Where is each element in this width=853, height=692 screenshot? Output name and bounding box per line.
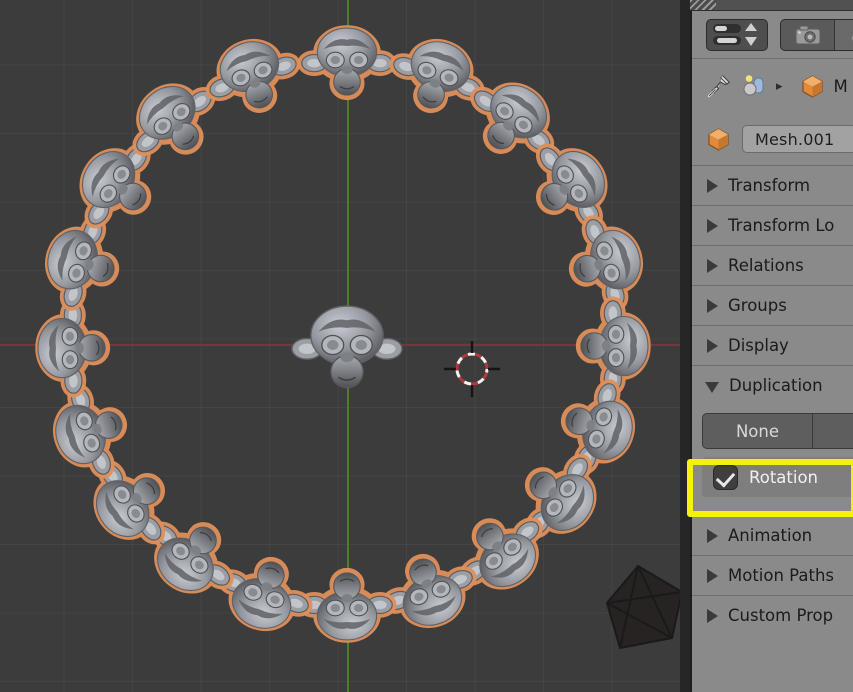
triangle-right-icon <box>707 218 718 233</box>
section-duplication[interactable]: Duplication <box>692 365 853 405</box>
section-groups[interactable]: Groups <box>692 285 853 325</box>
rotation-checkbox-row[interactable]: Rotation <box>702 457 853 497</box>
properties-tab-group[interactable] <box>780 19 853 51</box>
duplication-mode-next[interactable] <box>813 413 853 449</box>
pin-icon[interactable] <box>706 73 732 99</box>
panel-top-bar <box>716 0 853 11</box>
section-label: Transform <box>728 176 811 195</box>
datablock-row: Mesh.001 <box>692 113 853 165</box>
section-transform[interactable]: Transform <box>692 165 853 205</box>
viewport-objects <box>35 25 684 650</box>
duplication-mode-buttons[interactable]: None <box>702 413 853 449</box>
properties-header <box>692 11 853 59</box>
breadcrumb-object-label: M <box>833 76 848 96</box>
triangle-down-icon <box>705 381 719 393</box>
triangle-right-icon <box>707 258 718 273</box>
object-mesh-icon[interactable] <box>800 74 825 99</box>
triangle-right-icon <box>707 568 718 583</box>
section-transform-locks[interactable]: Transform Lo <box>692 205 853 245</box>
history-back-icon <box>713 23 757 46</box>
section-label: Animation <box>728 526 813 545</box>
section-custom-properties[interactable]: Custom Prop <box>692 595 853 635</box>
section-animation[interactable]: Animation <box>692 515 853 555</box>
properties-editor: ▸ M Mesh.001 Transform Transform Lo Rela… <box>690 11 853 692</box>
section-motion-paths[interactable]: Motion Paths <box>692 555 853 595</box>
empty-cone-wireframe[interactable] <box>605 564 684 650</box>
section-label: Groups <box>728 296 787 315</box>
tab-render[interactable] <box>781 20 835 50</box>
triangle-right-icon <box>707 608 718 623</box>
3d-cursor <box>444 341 500 397</box>
triangle-right-icon <box>707 528 718 543</box>
section-label: Custom Prop <box>728 606 834 625</box>
history-nav-buttons[interactable] <box>706 19 768 51</box>
breadcrumb[interactable]: ▸ M <box>692 59 853 113</box>
section-label: Duplication <box>729 376 823 395</box>
center-object-suzanne[interactable] <box>291 305 403 389</box>
section-label: Transform Lo <box>728 216 835 235</box>
corner-grip-icon[interactable] <box>690 0 716 11</box>
duplication-mode-none[interactable]: None <box>702 413 813 449</box>
section-label: Display <box>728 336 789 355</box>
3d-viewport[interactable] <box>0 0 687 692</box>
camera-icon <box>795 25 820 45</box>
breadcrumb-separator: ▸ <box>776 78 783 94</box>
object-mesh-icon <box>708 127 729 151</box>
rotation-label: Rotation <box>749 467 819 487</box>
editor-divider[interactable] <box>680 0 690 692</box>
blender-window: ▸ M Mesh.001 Transform Transform Lo Rela… <box>0 0 853 692</box>
scene-icon[interactable] <box>741 74 767 98</box>
section-display[interactable]: Display <box>692 325 853 365</box>
rotation-checkbox[interactable] <box>713 464 738 490</box>
triangle-right-icon <box>707 298 718 313</box>
duplication-section-body: None Rotation <box>692 405 853 515</box>
triangle-right-icon <box>707 338 718 353</box>
triangle-right-icon <box>707 178 718 193</box>
section-label: Motion Paths <box>728 566 835 585</box>
scene-icon <box>851 33 853 43</box>
section-label: Relations <box>728 256 804 275</box>
tab-scene[interactable] <box>835 20 853 50</box>
section-relations[interactable]: Relations <box>692 245 853 285</box>
datablock-name-input[interactable]: Mesh.001 <box>742 125 853 153</box>
